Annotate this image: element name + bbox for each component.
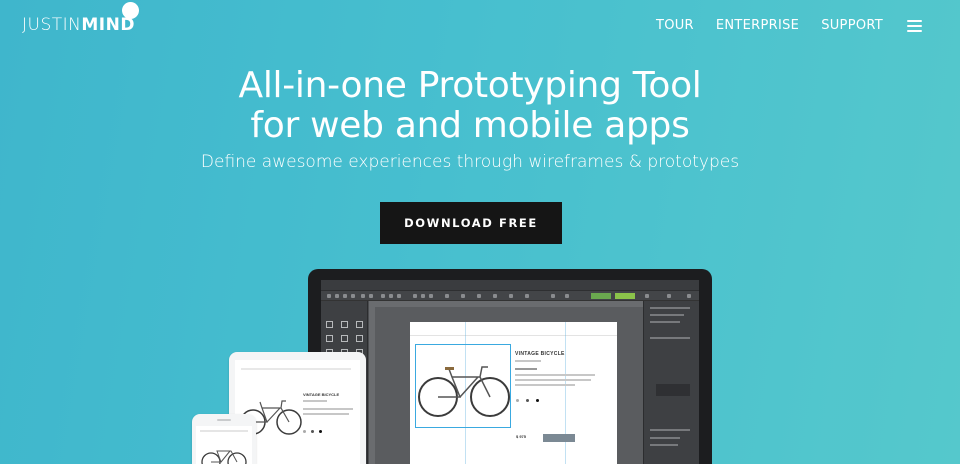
hero-headline: All-in-one Prototyping Tool for web and … xyxy=(0,66,940,146)
bicycle-icon xyxy=(418,366,510,417)
phone-screen xyxy=(196,426,252,464)
logo-text-first: JUSTIN xyxy=(22,15,82,35)
app-menubar xyxy=(321,280,699,291)
add-to-cart-mock xyxy=(543,434,575,442)
simulate-button xyxy=(591,293,611,299)
logo[interactable]: JUSTINMIND xyxy=(22,2,139,34)
logo-dot-icon xyxy=(122,2,139,19)
laptop-mockup: VINTAGE BICYCLE $ 975 xyxy=(308,269,712,464)
hero-headline-line1: All-in-one Prototyping Tool xyxy=(238,65,702,106)
download-free-button[interactable]: DOWNLOAD FREE xyxy=(380,202,562,244)
tablet-product-title: VINTAGE BICYCLE xyxy=(303,392,340,397)
canvas-page: VINTAGE BICYCLE $ 975 xyxy=(410,322,617,464)
hamburger-menu-icon[interactable] xyxy=(907,19,922,32)
hero-headline-line2: for web and mobile apps xyxy=(250,105,690,146)
share-button xyxy=(615,293,635,299)
main-nav: TOUR ENTERPRISE SUPPORT xyxy=(656,18,922,33)
phone-bicycle-icon xyxy=(201,450,247,464)
phone-mockup xyxy=(192,414,256,464)
app-toolbar xyxy=(321,291,699,301)
nav-tour-link[interactable]: TOUR xyxy=(656,18,694,33)
properties-panel xyxy=(643,301,699,464)
nav-enterprise-link[interactable]: ENTERPRISE xyxy=(716,18,799,33)
product-title: VINTAGE BICYCLE xyxy=(515,351,565,357)
app-screenshot: VINTAGE BICYCLE $ 975 xyxy=(321,280,699,464)
design-canvas: VINTAGE BICYCLE $ 975 xyxy=(369,301,643,464)
product-price: $ 975 xyxy=(516,434,527,439)
hero-subheadline: Define awesome experiences through wiref… xyxy=(200,152,740,172)
phone-speaker xyxy=(217,419,231,421)
bicycle-image-selection xyxy=(415,344,511,428)
logo-text: JUSTINMIND xyxy=(22,17,135,34)
nav-support-link[interactable]: SUPPORT xyxy=(821,18,883,33)
